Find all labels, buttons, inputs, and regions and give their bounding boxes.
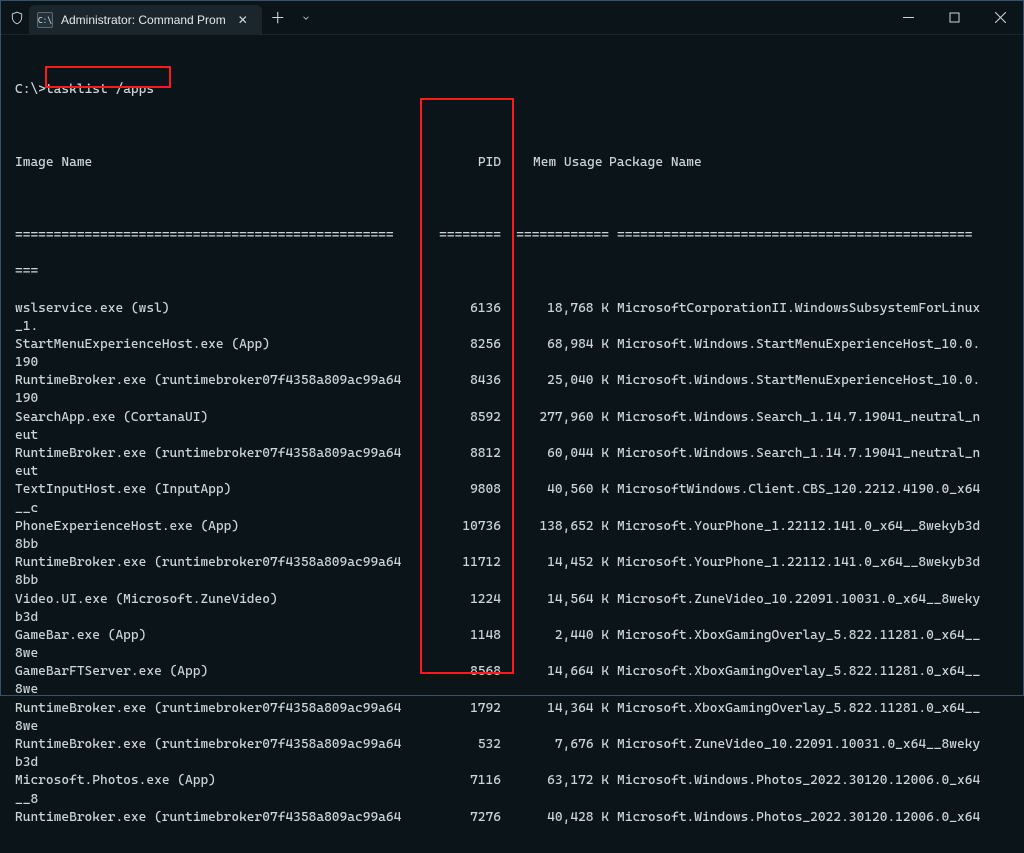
cell-image-name: Microsoft.Photos.exe (App) — [15, 772, 429, 790]
cell-mem: 138,652 K — [509, 518, 609, 536]
cell-pid: 532 — [429, 736, 501, 754]
cell-pkg: Microsoft.ZuneVideo_10.22091.10031.0_x64… — [609, 591, 999, 609]
table-row-continuation: __8 — [15, 791, 1009, 809]
cell-image-name: RuntimeBroker.exe (runtimebroker07f4358a… — [15, 700, 429, 718]
shield-icon — [9, 10, 25, 26]
close-window-button[interactable] — [977, 1, 1023, 34]
table-row-continuation: 8we — [15, 718, 1009, 736]
cell-pid: 7276 — [429, 809, 501, 827]
cell-mem: 68,984 K — [509, 336, 609, 354]
cell-pkg: Microsoft.XboxGamingOverlay_5.822.11281.… — [609, 700, 999, 718]
table-row: RuntimeBroker.exe (runtimebroker07f4358a… — [15, 809, 1009, 827]
minimize-button[interactable] — [885, 1, 931, 34]
cell-image-name: RuntimeBroker.exe (runtimebroker07f4358a… — [15, 736, 429, 754]
cell-image-name: RuntimeBroker.exe (runtimebroker07f4358a… — [15, 445, 429, 463]
cell-image-name: PhoneExperienceHost.exe (App) — [15, 518, 429, 536]
table-row: RuntimeBroker.exe (runtimebroker07f4358a… — [15, 736, 1009, 754]
cell-pkg: Microsoft.XboxGamingOverlay_5.822.11281.… — [609, 663, 999, 681]
cell-mem: 25,040 K — [509, 372, 609, 390]
cell-pkg: Microsoft.Windows.Photos_2022.30120.1200… — [609, 772, 999, 790]
cell-pkg: Microsoft.Windows.Search_1.14.7.19041_ne… — [609, 445, 999, 463]
cell-pid: 1792 — [429, 700, 501, 718]
header-pkg: Package Name — [609, 154, 999, 172]
cmd-icon: C:\ — [37, 12, 53, 28]
cell-pkg: Microsoft.Windows.Photos_2022.30120.1200… — [609, 809, 999, 827]
cell-mem: 63,172 K — [509, 772, 609, 790]
cell-pkg: Microsoft.YourPhone_1.22112.141.0_x64__8… — [609, 518, 999, 536]
cell-image-name: GameBarFTServer.exe (App) — [15, 663, 429, 681]
cell-mem: 18,768 K — [509, 300, 609, 318]
cell-image-name: StartMenuExperienceHost.exe (App) — [15, 336, 429, 354]
tab-dropdown-button[interactable] — [294, 1, 318, 34]
cell-pkg: Microsoft.Windows.StartMenuExperienceHos… — [609, 372, 999, 390]
cell-pkg: Microsoft.ZuneVideo_10.22091.10031.0_x64… — [609, 736, 999, 754]
cell-mem: 40,560 K — [509, 481, 609, 499]
cell-mem: 14,364 K — [509, 700, 609, 718]
titlebar-left — [1, 1, 25, 34]
cell-pkg: Microsoft.YourPhone_1.22112.141.0_x64__8… — [609, 554, 999, 572]
titlebar-drag-region[interactable] — [318, 1, 885, 34]
cell-mem: 277,960 K — [509, 409, 609, 427]
cell-image-name: RuntimeBroker.exe (runtimebroker07f4358a… — [15, 809, 429, 827]
cell-mem: 40,428 K — [509, 809, 609, 827]
cell-image-name: GameBar.exe (App) — [15, 627, 429, 645]
cell-mem: 14,452 K — [509, 554, 609, 572]
cell-pkg: Microsoft.Windows.StartMenuExperienceHos… — [609, 336, 999, 354]
cell-mem: 60,044 K — [509, 445, 609, 463]
new-tab-button[interactable]: ＋ — [262, 1, 294, 34]
tab-active[interactable]: C:\ Administrator: Command Prom ✕ — [29, 5, 262, 35]
cell-image-name: SearchApp.exe (CortanaUI) — [15, 409, 429, 427]
cell-image-name: TextInputHost.exe (InputApp) — [15, 481, 429, 499]
cell-image-name: wslservice.exe (wsl) — [15, 300, 429, 318]
table-row: Microsoft.Photos.exe (App)7116 63,172 KMi… — [15, 772, 1009, 790]
cell-mem: 7,676 K — [509, 736, 609, 754]
cell-mem: 14,664 K — [509, 663, 609, 681]
cell-mem: 2,440 K — [509, 627, 609, 645]
maximize-button[interactable] — [931, 1, 977, 34]
window-controls — [885, 1, 1023, 34]
cell-image-name: RuntimeBroker.exe (runtimebroker07f4358a… — [15, 554, 429, 572]
table-row: RuntimeBroker.exe (runtimebroker07f4358a… — [15, 700, 1009, 718]
titlebar: C:\ Administrator: Command Prom ✕ ＋ — [1, 1, 1023, 35]
header-mem: Mem Usage — [509, 154, 609, 172]
cell-pkg: MicrosoftWindows.Client.CBS_120.2212.419… — [609, 481, 999, 499]
highlight-command — [45, 66, 171, 88]
header-image-name: Image Name — [15, 154, 429, 172]
tab-close-button[interactable]: ✕ — [234, 11, 252, 29]
cell-pid: 7116 — [429, 772, 501, 790]
cell-pkg: MicrosoftCorporationII.WindowsSubsystemF… — [609, 300, 999, 318]
table-row-continuation: 8we — [15, 681, 1009, 699]
cell-image-name: RuntimeBroker.exe (runtimebroker07f4358a… — [15, 372, 429, 390]
tab-title: Administrator: Command Prom — [61, 13, 226, 27]
cell-pkg: Microsoft.Windows.Search_1.14.7.19041_ne… — [609, 409, 999, 427]
cell-image-name: Video.UI.exe (Microsoft.ZuneVideo) — [15, 591, 429, 609]
cell-pkg: Microsoft.XboxGamingOverlay_5.822.11281.… — [609, 627, 999, 645]
highlight-pid-column — [420, 98, 514, 674]
cell-mem: 14,564 K — [509, 591, 609, 609]
prompt-path: C:\> — [15, 82, 46, 97]
table-row-continuation: b3d — [15, 754, 1009, 772]
